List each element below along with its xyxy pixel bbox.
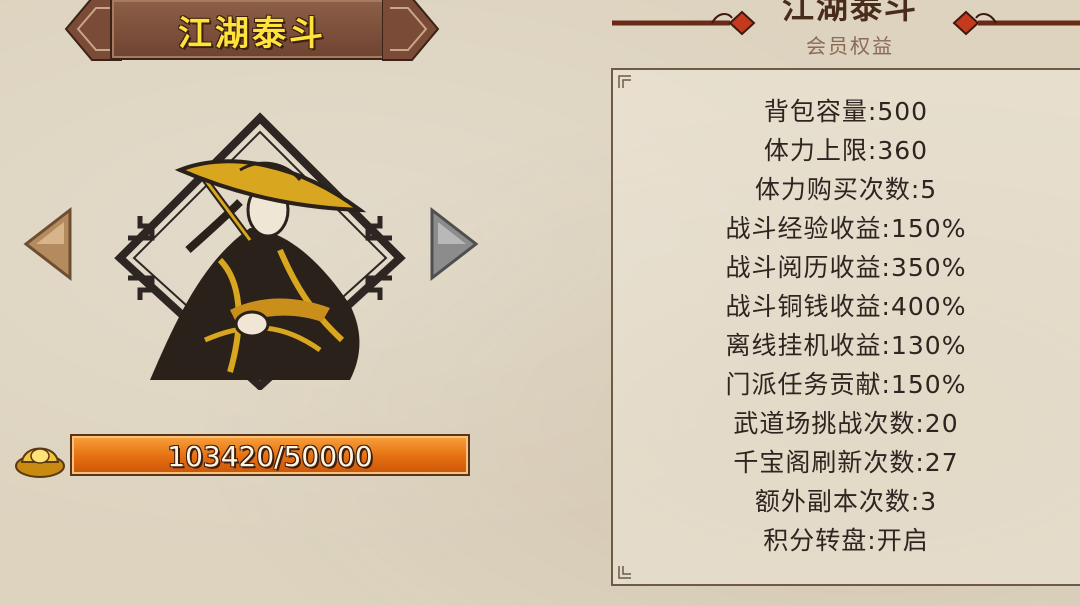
benefit-stamina-purchases: 体力购买次数:5 [754, 175, 938, 204]
previous-tier-arrow-icon[interactable] [20, 206, 76, 282]
benefit-points-wheel: 积分转盘:开启 [763, 526, 929, 555]
benefit-offline-idle: 离线挂机收益:130% [725, 331, 967, 360]
benefits-list: 背包容量:500 体力上限:360 体力购买次数:5 战斗经验收益:150% 战… [611, 92, 1080, 560]
gold-ingot-icon [15, 447, 65, 478]
next-tier-arrow-icon[interactable] [426, 206, 482, 282]
benefit-stamina-cap: 体力上限:360 [763, 136, 929, 165]
character-emblem [114, 112, 406, 390]
benefit-battle-exp: 战斗经验收益:150% [725, 214, 967, 243]
benefit-arena-challenges: 武道场挑战次数:20 [733, 409, 959, 438]
header-right-ornament [952, 10, 1080, 36]
benefit-battle-insight: 战斗阅历收益:350% [725, 253, 967, 282]
tier-title: 江湖泰斗 [178, 14, 326, 54]
vip-progress-bar: 103420/50000 [70, 434, 470, 476]
benefit-sect-contribution: 门派任务贡献:150% [725, 370, 967, 399]
benefit-battle-copper: 战斗铜钱收益:400% [725, 292, 967, 321]
benefit-extra-dungeons: 额外副本次数:3 [754, 487, 938, 516]
tier-title-plaque: 江湖泰斗 [62, 0, 442, 64]
benefit-bag-capacity: 背包容量:500 [763, 97, 929, 126]
benefit-shop-refresh: 千宝阁刷新次数:27 [733, 448, 959, 477]
vip-progress-text: 103420/50000 [167, 440, 373, 473]
panel-corner-ornament [618, 75, 631, 88]
panel-corner-ornament [618, 566, 631, 579]
